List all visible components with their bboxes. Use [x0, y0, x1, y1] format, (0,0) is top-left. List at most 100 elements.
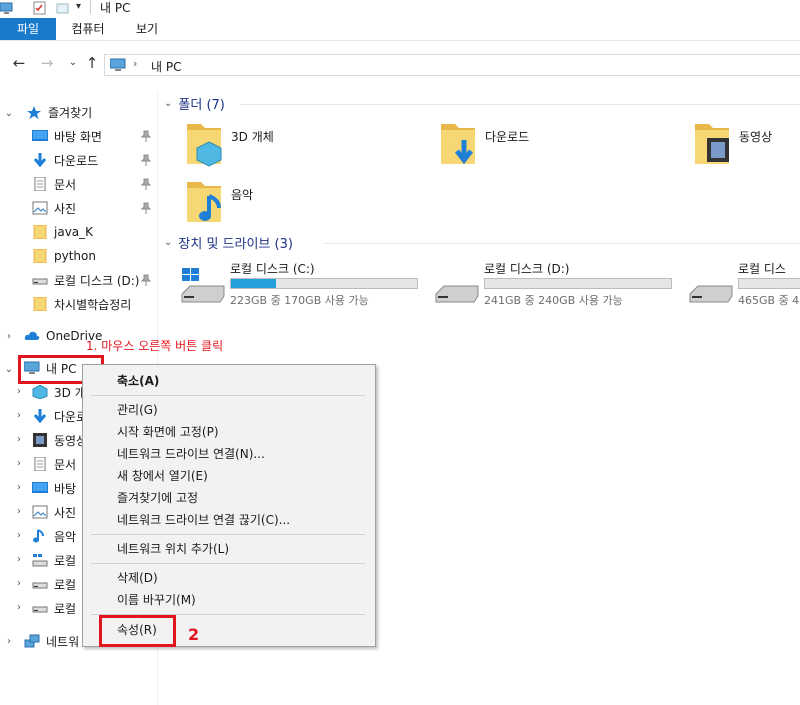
menu-item-add-network-location[interactable]: 네트워크 위치 추가(L) [117, 541, 229, 557]
sidebar-item-label: 바탕 [54, 481, 77, 496]
chevron-down-icon: ⌄ [164, 97, 173, 109]
sidebar-item-python[interactable]: python [32, 245, 96, 267]
chevron-right-icon[interactable]: › [14, 554, 24, 565]
menu-item-disconnect-network-drive[interactable]: 네트워크 드라이브 연결 끊기(C)... [117, 512, 290, 528]
sidebar-item-pictures[interactable]: 사진 [32, 197, 76, 219]
folder-tile-downloads[interactable]: 다운로드 [437, 120, 667, 170]
drives-section-header[interactable]: ⌄ 장치 및 드라이브 (3) [164, 232, 293, 252]
chevron-right-icon[interactable]: › [14, 410, 24, 421]
sidebar-item-desktop[interactable]: 바탕 화면 [32, 125, 102, 147]
up-icon[interactable]: ↑ [83, 54, 101, 72]
menu-item-open-new-window[interactable]: 새 창에서 열기(E) [117, 468, 208, 484]
drive-tile-c[interactable]: 로컬 디스크 (C:) 223GB 중 170GB 사용 가능 [178, 258, 426, 307]
address-bar[interactable]: › 내 PC [104, 54, 800, 76]
drive-space-text: 223GB 중 170GB 사용 가능 [230, 294, 369, 307]
sidebar-item-label: 3D 개 [54, 385, 86, 400]
menu-item-collapse[interactable]: 축소(A) [117, 373, 159, 389]
sidebar-item-drive-d-pc[interactable]: 로컬 [32, 573, 76, 595]
sidebar-item-pictures-pc[interactable]: 사진 [32, 501, 76, 523]
section-divider [324, 243, 800, 244]
breadcrumb-item[interactable]: 내 PC [151, 58, 181, 75]
quick-access-dropdown-icon[interactable]: ▾ [76, 1, 81, 12]
folder-tile-videos[interactable]: 동영상 [691, 120, 800, 170]
annotation-step-2: 2 [188, 625, 200, 644]
chevron-right-icon[interactable]: › [14, 602, 24, 613]
sidebar-item-quick-access[interactable]: 즐겨찾기 [26, 101, 92, 123]
download-icon [33, 153, 47, 167]
menu-item-rename[interactable]: 이름 바꾸기(M) [117, 592, 196, 608]
sidebar-item-videos[interactable]: 동영상 [32, 429, 87, 451]
pictures-icon [32, 505, 48, 519]
sidebar-item-study-notes[interactable]: 차시별학습정리 [32, 293, 131, 315]
drive-usage-bar [738, 278, 800, 289]
sidebar-item-downloads-pc[interactable]: 다운로 [32, 405, 87, 427]
menu-item-delete[interactable]: 삭제(D) [117, 570, 158, 586]
tab-view[interactable]: 보기 [122, 18, 172, 40]
properties-icon[interactable] [33, 1, 47, 15]
drive-icon [435, 285, 479, 303]
menu-item-map-network-drive[interactable]: 네트워크 드라이브 연결(N)... [117, 446, 265, 462]
document-icon [34, 177, 46, 191]
drive-space-text: 465GB 중 4 [738, 294, 800, 306]
recent-locations-icon[interactable]: ⌄ [64, 54, 82, 72]
sidebar-item-network[interactable]: 네트워 [24, 630, 79, 652]
drive-usage-fill [231, 279, 276, 288]
forward-icon[interactable]: → [38, 54, 56, 72]
menu-separator [91, 563, 365, 564]
windows-drive-icon [32, 554, 48, 567]
sidebar-item-documents[interactable]: 문서 [32, 173, 76, 195]
section-title: 폴더 (7) [178, 97, 225, 113]
sidebar-item-desktop-pc[interactable]: 바탕 [32, 477, 76, 499]
chevron-right-icon[interactable]: › [14, 386, 24, 397]
drive-label: 로컬 디스크 (C:) [230, 262, 315, 276]
drive-tile-e[interactable]: 로컬 디스 465GB 중 4 [686, 258, 800, 306]
folder-icon [33, 297, 47, 311]
folder-label: 다운로드 [485, 130, 530, 144]
tab-file[interactable]: 파일 [0, 18, 56, 40]
sidebar-item-documents-pc[interactable]: 문서 [32, 453, 76, 475]
folders-section-header[interactable]: ⌄ 폴더 (7) [164, 93, 225, 113]
pin-icon[interactable] [141, 274, 151, 286]
pin-icon[interactable] [141, 202, 151, 214]
sidebar-item-drive-c[interactable]: 로컬 [32, 549, 76, 571]
drive-icon [32, 582, 48, 589]
breadcrumb-chevron-icon[interactable]: › [133, 57, 137, 70]
chevron-right-icon[interactable]: › [14, 434, 24, 445]
drive-tile-d[interactable]: 로컬 디스크 (D:) 241GB 중 240GB 사용 가능 [432, 258, 680, 307]
menu-item-manage[interactable]: 관리(G) [117, 402, 158, 418]
chevron-right-icon[interactable]: › [14, 506, 24, 517]
drive-usage-bar [230, 278, 418, 289]
back-icon[interactable]: ← [10, 54, 28, 72]
chevron-right-icon[interactable]: › [14, 578, 24, 589]
sidebar-item-label: 로컬 [54, 553, 77, 568]
folder-label: 음악 [231, 188, 254, 202]
section-divider [240, 104, 800, 105]
chevron-right-icon[interactable]: › [14, 482, 24, 493]
pin-icon[interactable] [141, 178, 151, 190]
sidebar-item-downloads[interactable]: 다운로드 [32, 149, 98, 171]
section-title: 장치 및 드라이브 (3) [178, 236, 293, 252]
folder-tile-music[interactable]: 음악 [183, 178, 413, 228]
sidebar-item-3d-objects[interactable]: 3D 개 [32, 381, 86, 403]
sidebar-item-drive-e[interactable]: 로컬 [32, 597, 76, 619]
sidebar-item-label: 네트워 [46, 634, 80, 649]
new-folder-icon[interactable] [56, 1, 70, 15]
annotation-highlight-box [99, 615, 176, 647]
menu-item-pin-to-start[interactable]: 시작 화면에 고정(P) [117, 424, 219, 440]
sidebar-item-drive-d[interactable]: 로컬 디스크 (D:) [32, 269, 139, 291]
folder-tile-3d-objects[interactable]: 3D 개체 [183, 120, 413, 170]
chevron-right-icon[interactable]: › [4, 636, 14, 647]
title-bar: ▾ 내 PC [0, 0, 800, 18]
chevron-right-icon[interactable]: › [4, 331, 14, 342]
chevron-right-icon[interactable]: › [14, 458, 24, 469]
tab-computer[interactable]: 컴퓨터 [62, 18, 114, 40]
annotation-step-1: 1. 마우스 오른쪽 버튼 클릭 [86, 339, 224, 353]
menu-item-pin-to-quick-access[interactable]: 즐겨찾기에 고정 [117, 490, 198, 506]
sidebar-item-music[interactable]: 음악 [32, 525, 76, 547]
sidebar-item-java-k[interactable]: java_K [32, 221, 93, 243]
chevron-down-icon[interactable]: ⌄ [4, 108, 14, 119]
pin-icon[interactable] [141, 154, 151, 166]
pin-icon[interactable] [141, 130, 151, 142]
chevron-down-icon[interactable]: ⌄ [4, 364, 14, 375]
chevron-right-icon[interactable]: › [14, 530, 24, 541]
